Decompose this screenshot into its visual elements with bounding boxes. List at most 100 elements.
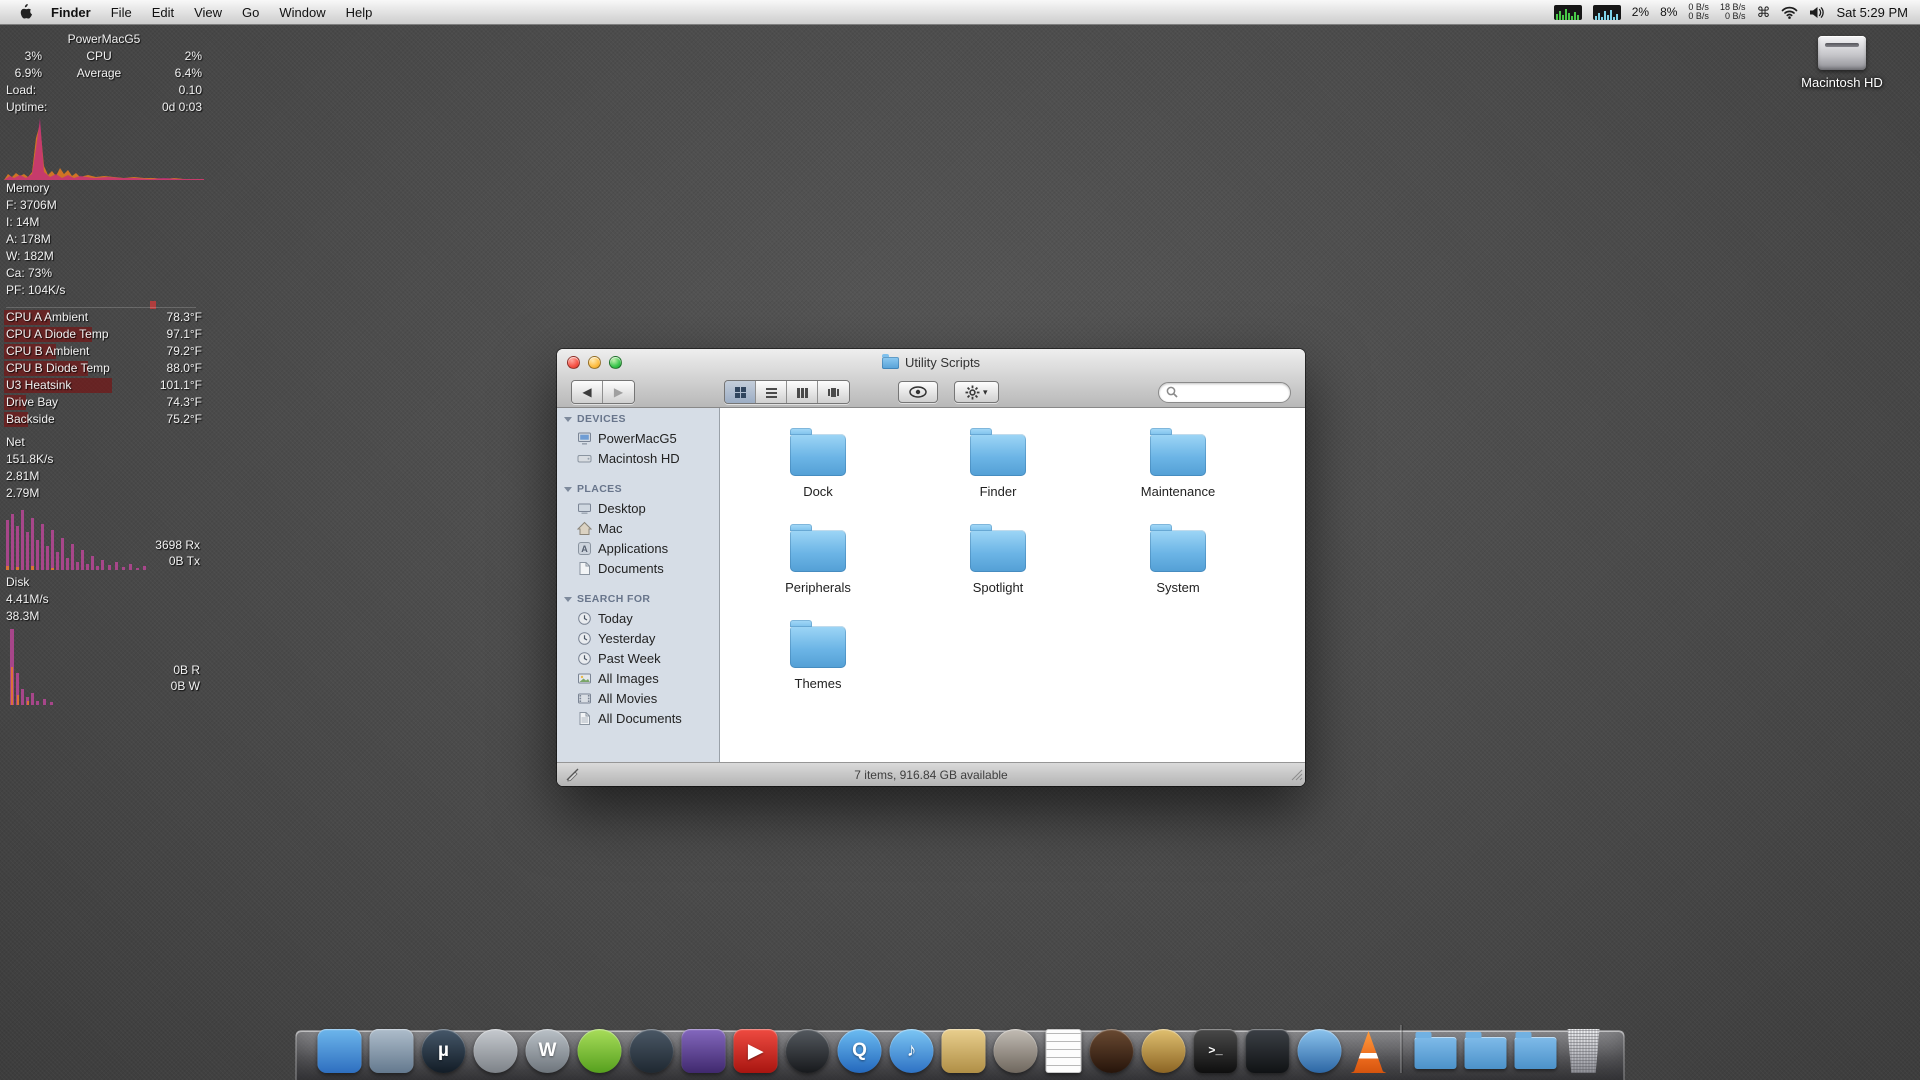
dock-item-utorrent[interactable]: µ: [422, 1029, 466, 1073]
dock-item-wordpress[interactable]: W: [526, 1029, 570, 1073]
search-field[interactable]: [1158, 382, 1291, 403]
minimize-button[interactable]: [588, 356, 601, 369]
forward-button[interactable]: ▶: [603, 381, 634, 403]
keyboard-input-icon[interactable]: ⌘: [1756, 4, 1770, 21]
places-section-header[interactable]: PLACES: [557, 480, 719, 498]
sidebar-item-powermacg5[interactable]: PowerMacG5: [557, 428, 719, 448]
dock-item-finder[interactable]: [318, 1029, 362, 1073]
dock-item-downloads-folder[interactable]: [1515, 1037, 1557, 1073]
finder-window: Utility Scripts ◀ ▶: [557, 349, 1305, 786]
folder-item-themes[interactable]: Themes: [728, 622, 908, 718]
sidebar-item-label: Yesterday: [598, 631, 655, 646]
status-io-meter-1[interactable]: 0 B/s 0 B/s: [1688, 3, 1709, 21]
sidebar-item-past-week[interactable]: Past Week: [557, 648, 719, 668]
sidebar-item-applications[interactable]: A Applications: [557, 538, 719, 558]
dock-item-discord[interactable]: [630, 1029, 674, 1073]
menubar-cpu-history-widget[interactable]: [1554, 5, 1582, 20]
dock-item-applications-folder[interactable]: [1415, 1037, 1457, 1073]
menu-help[interactable]: Help: [336, 0, 383, 25]
sidebar-item-label: All Movies: [598, 691, 657, 706]
coverflow-view-button[interactable]: [818, 381, 849, 403]
wifi-icon[interactable]: [1781, 6, 1798, 19]
dock-item-gray-browser[interactable]: [474, 1029, 518, 1073]
folder-contents: Dock Finder Maintenance Peripherals Spot…: [720, 408, 1305, 762]
sidebar-item-yesterday[interactable]: Yesterday: [557, 628, 719, 648]
dock-folder-icon: [1415, 1037, 1457, 1069]
resize-grip[interactable]: [1290, 768, 1303, 784]
sidebar-item-all-movies[interactable]: All Movies: [557, 688, 719, 708]
dock-item-youtube[interactable]: ▶: [734, 1029, 778, 1073]
dock-item-gold-compass-app[interactable]: [1142, 1029, 1186, 1073]
folder-icon: [790, 530, 846, 572]
status-mem-percent[interactable]: 8%: [1660, 5, 1677, 19]
dock-item-vlc[interactable]: [1350, 1031, 1388, 1073]
dock-item-dark-disc-app[interactable]: [786, 1029, 830, 1073]
status-cpu-percent[interactable]: 2%: [1632, 5, 1649, 19]
dock-item-itunes[interactable]: ♪: [890, 1029, 934, 1073]
window-body: DEVICES PowerMacG5 Macintosh HD PLACES D…: [557, 408, 1305, 762]
menu-go[interactable]: Go: [232, 0, 269, 25]
search-input[interactable]: [1182, 385, 1283, 399]
close-button[interactable]: [567, 356, 580, 369]
dock-item-terminal[interactable]: >_: [1194, 1029, 1238, 1073]
apple-menu[interactable]: [10, 0, 41, 24]
volume-icon[interactable]: [1809, 6, 1825, 19]
column-view-button[interactable]: [787, 381, 818, 403]
dock-item-textedit[interactable]: [1046, 1029, 1082, 1073]
folder-item-maintenance[interactable]: Maintenance: [1088, 430, 1268, 526]
menu-bar-status: 2% 8% 0 B/s 0 B/s 18 B/s 0 B/s ⌘ Sat 5:2…: [1554, 0, 1910, 24]
status-io-meter-2[interactable]: 18 B/s 0 B/s: [1720, 3, 1746, 21]
back-button[interactable]: ◀: [572, 381, 603, 403]
dock-item-gimp[interactable]: [994, 1029, 1038, 1073]
dock-item-monitor-app[interactable]: [1246, 1029, 1290, 1073]
sidebar-item-label: Applications: [598, 541, 668, 556]
zoom-button[interactable]: [609, 356, 622, 369]
sidebar-item-macintosh-hd[interactable]: Macintosh HD: [557, 448, 719, 468]
eye-icon: [909, 386, 927, 398]
sidebar-item-all-images[interactable]: All Images: [557, 668, 719, 688]
menu-bar-left: Finder File Edit View Go Window Help: [10, 0, 382, 24]
menu-edit[interactable]: Edit: [142, 0, 184, 25]
sidebar-item-home[interactable]: Mac: [557, 518, 719, 538]
clock-icon: [577, 651, 592, 666]
menu-window[interactable]: Window: [269, 0, 335, 25]
action-menu-button[interactable]: ▾: [954, 381, 999, 403]
folder-item-dock[interactable]: Dock: [728, 430, 908, 526]
folder-item-finder[interactable]: Finder: [908, 430, 1088, 526]
search-for-section-header[interactable]: SEARCH FOR: [557, 590, 719, 608]
net-history-graph: 3698 Rx 0B Tx: [4, 502, 204, 570]
dock-item-twitch[interactable]: [682, 1029, 726, 1073]
title-bar[interactable]: Utility Scripts: [557, 349, 1305, 376]
sidebar-item-documents[interactable]: Documents: [557, 558, 719, 578]
sidebar-item-all-documents[interactable]: All Documents: [557, 708, 719, 728]
dock-item-mosaic-app[interactable]: [370, 1029, 414, 1073]
quick-look-button[interactable]: [898, 381, 938, 403]
disclosure-triangle-icon[interactable]: [564, 597, 572, 602]
folder-item-system[interactable]: System: [1088, 526, 1268, 622]
dock-item-flame-app[interactable]: [1090, 1029, 1134, 1073]
dock-item-documents-folder[interactable]: [1465, 1037, 1507, 1073]
menubar-net-history-widget[interactable]: [1593, 5, 1621, 20]
list-view-button[interactable]: [756, 381, 787, 403]
sidebar-item-desktop[interactable]: Desktop: [557, 498, 719, 518]
proxy-folder-icon[interactable]: [882, 357, 899, 369]
dock-item-limewire[interactable]: [578, 1029, 622, 1073]
menu-finder[interactable]: Finder: [41, 0, 101, 25]
disclosure-triangle-icon[interactable]: [564, 417, 572, 422]
icon-view-button[interactable]: [725, 381, 756, 403]
dock-item-tan-app[interactable]: [942, 1029, 986, 1073]
dock-item-quicktime[interactable]: Q: [838, 1029, 882, 1073]
macintosh-hd-desktop-icon[interactable]: Macintosh HD: [1786, 36, 1898, 90]
disclosure-triangle-icon[interactable]: [564, 487, 572, 492]
menu-view[interactable]: View: [184, 0, 232, 25]
dock-item-blue-sphere-app[interactable]: [1298, 1029, 1342, 1073]
menu-file[interactable]: File: [101, 0, 142, 25]
window-header[interactable]: Utility Scripts ◀ ▶: [557, 349, 1305, 408]
menu-bar-clock[interactable]: Sat 5:29 PM: [1836, 5, 1910, 20]
dock-item-trash[interactable]: [1565, 1029, 1603, 1073]
folder-item-spotlight[interactable]: Spotlight: [908, 526, 1088, 622]
sidebar-item-today[interactable]: Today: [557, 608, 719, 628]
temp-value: 88.0°F: [167, 360, 202, 377]
devices-section-header[interactable]: DEVICES: [557, 410, 719, 428]
folder-item-peripherals[interactable]: Peripherals: [728, 526, 908, 622]
